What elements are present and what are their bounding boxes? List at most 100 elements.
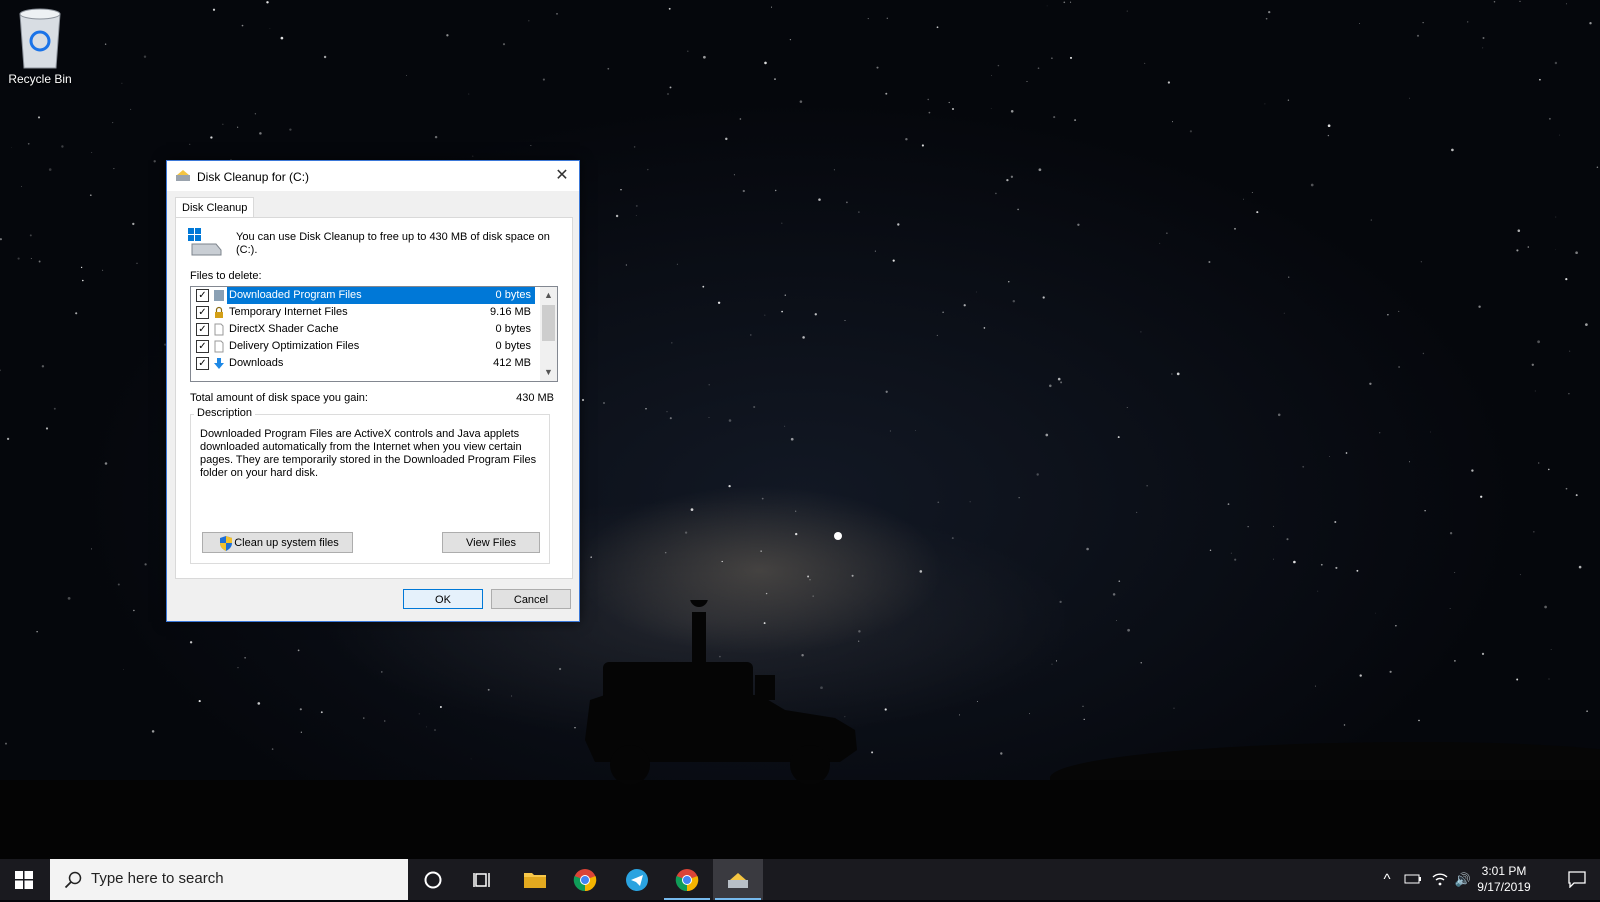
star <box>742 189 745 193</box>
checkbox[interactable]: ✓ <box>196 357 209 370</box>
star <box>1575 494 1578 497</box>
checkbox[interactable]: ✓ <box>196 340 209 353</box>
action-center-button[interactable] <box>1556 859 1596 900</box>
star <box>1565 3 1567 5</box>
star <box>1449 532 1453 535</box>
star <box>1516 678 1519 681</box>
star <box>198 700 201 703</box>
view-files-button[interactable]: View Files <box>442 532 540 553</box>
star <box>1036 473 1039 476</box>
file-size: 412 MB <box>493 357 531 369</box>
star <box>117 583 120 586</box>
star <box>41 365 45 368</box>
network-tray-button[interactable] <box>1428 859 1452 900</box>
star <box>1117 436 1120 439</box>
chrome-taskbar-button[interactable] <box>560 859 610 900</box>
star <box>1369 382 1372 385</box>
star <box>30 257 32 259</box>
star <box>1273 525 1275 527</box>
star <box>210 136 213 139</box>
list-item[interactable]: ✓ Downloaded Program Files 0 bytes <box>191 287 537 304</box>
star <box>728 484 731 488</box>
star <box>530 144 532 146</box>
star <box>257 702 261 705</box>
uac-shield-icon <box>220 536 232 551</box>
clock-time: 3:01 PM <box>1481 864 1527 878</box>
file-explorer-taskbar-button[interactable] <box>510 859 560 900</box>
disk-cleanup-taskbar-button[interactable] <box>713 859 763 900</box>
file-name: Downloaded Program Files <box>229 289 362 301</box>
start-button[interactable] <box>0 859 50 900</box>
star <box>818 198 821 201</box>
list-item[interactable]: ✓ DirectX Shader Cache 0 bytes <box>191 321 537 338</box>
cortana-button[interactable] <box>408 859 458 900</box>
task-view-icon <box>473 873 490 887</box>
title-bar[interactable]: Disk Cleanup for (C:) ✕ <box>167 161 579 191</box>
cancel-button[interactable]: Cancel <box>491 589 571 609</box>
star <box>1112 593 1116 596</box>
star <box>75 312 78 315</box>
star <box>1159 242 1161 244</box>
star <box>667 93 669 95</box>
clean-up-system-files-button[interactable]: Clean up system files <box>202 532 353 553</box>
list-item[interactable]: ✓ Downloads 412 MB <box>191 355 537 372</box>
star <box>844 319 846 321</box>
taskbar-search-box[interactable]: Type here to search <box>50 859 408 900</box>
scroll-down-icon[interactable]: ▼ <box>540 364 557 381</box>
recycle-bin-shortcut[interactable]: Recycle Bin <box>4 6 76 86</box>
star <box>1045 433 1049 437</box>
chrome-taskbar-button-2[interactable] <box>662 859 712 900</box>
checkbox[interactable]: ✓ <box>196 289 209 302</box>
star <box>237 126 239 128</box>
show-hidden-icons-chevron-icon[interactable]: ^ <box>1376 859 1398 900</box>
star <box>67 597 71 600</box>
star <box>1063 1 1066 4</box>
star <box>1234 558 1237 561</box>
star <box>269 28 271 29</box>
star <box>1550 649 1552 650</box>
files-listbox[interactable]: ✓ Downloaded Program Files 0 bytes ✓ Tem… <box>190 286 558 382</box>
star <box>921 144 924 147</box>
star <box>434 729 436 731</box>
battery-tray-button[interactable] <box>1400 859 1426 900</box>
search-icon <box>64 871 82 889</box>
star <box>1018 497 1020 499</box>
telegram-taskbar-button[interactable] <box>612 859 662 900</box>
ok-button[interactable]: OK <box>403 589 483 609</box>
star <box>725 137 728 141</box>
star <box>728 419 732 422</box>
star <box>528 20 530 22</box>
lock-icon <box>215 306 223 318</box>
close-button[interactable]: ✕ <box>545 161 579 191</box>
star <box>676 263 678 265</box>
star <box>1334 521 1337 523</box>
chrome-icon <box>675 869 699 892</box>
list-item[interactable]: ✓ Delivery Optimization Files 0 bytes <box>191 338 537 355</box>
star <box>625 264 628 266</box>
star <box>1037 67 1040 70</box>
checkbox[interactable]: ✓ <box>196 306 209 319</box>
scroll-up-icon[interactable]: ▲ <box>540 287 557 304</box>
star <box>959 714 960 716</box>
star <box>320 711 323 714</box>
list-scrollbar[interactable]: ▲ ▼ <box>540 287 557 381</box>
star <box>1481 652 1485 656</box>
wifi-icon <box>1432 873 1448 886</box>
star <box>1547 468 1550 471</box>
star <box>799 100 803 103</box>
star <box>615 214 619 218</box>
task-view-button[interactable] <box>458 859 508 900</box>
list-item[interactable]: ✓ Temporary Internet Files 9.16 MB <box>191 304 537 321</box>
tab-disk-cleanup[interactable]: Disk Cleanup <box>175 197 255 218</box>
star <box>254 113 257 115</box>
star <box>0 238 2 241</box>
checkbox[interactable]: ✓ <box>196 323 209 336</box>
star <box>668 7 671 10</box>
star <box>1327 134 1330 137</box>
star <box>297 649 300 652</box>
star <box>1136 511 1138 513</box>
star <box>112 122 114 124</box>
taskbar-clock[interactable]: 3:01 PM 9/17/2019 <box>1468 863 1540 895</box>
close-icon: ✕ <box>555 167 569 184</box>
scroll-thumb[interactable] <box>542 305 555 341</box>
